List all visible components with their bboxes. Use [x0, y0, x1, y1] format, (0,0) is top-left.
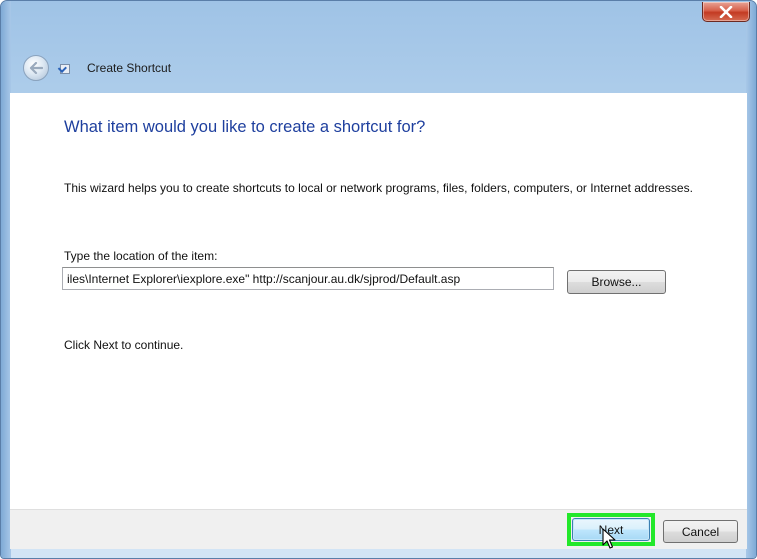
close-icon — [719, 5, 733, 18]
wizard-header: Create Shortcut — [10, 48, 747, 93]
cancel-button[interactable]: Cancel — [663, 520, 738, 543]
wizard-content: What item would you like to create a sho… — [10, 93, 747, 510]
location-label: Type the location of the item: — [64, 249, 218, 263]
wizard-title: Create Shortcut — [87, 61, 172, 75]
location-input[interactable] — [62, 267, 554, 290]
create-shortcut-window: Create Shortcut What item would you like… — [0, 0, 757, 559]
back-button[interactable] — [23, 55, 49, 81]
back-arrow-icon — [29, 62, 43, 74]
browse-button[interactable]: Browse... — [567, 270, 666, 294]
wizard-description: This wizard helps you to create shortcut… — [64, 181, 693, 195]
continue-instruction: Click Next to continue. — [64, 338, 184, 352]
wizard-shortcut-icon — [60, 64, 70, 74]
mouse-cursor-icon — [602, 528, 616, 549]
wizard-footer: Next Cancel — [10, 509, 747, 549]
close-button[interactable] — [702, 2, 750, 22]
page-heading: What item would you like to create a sho… — [64, 118, 426, 136]
